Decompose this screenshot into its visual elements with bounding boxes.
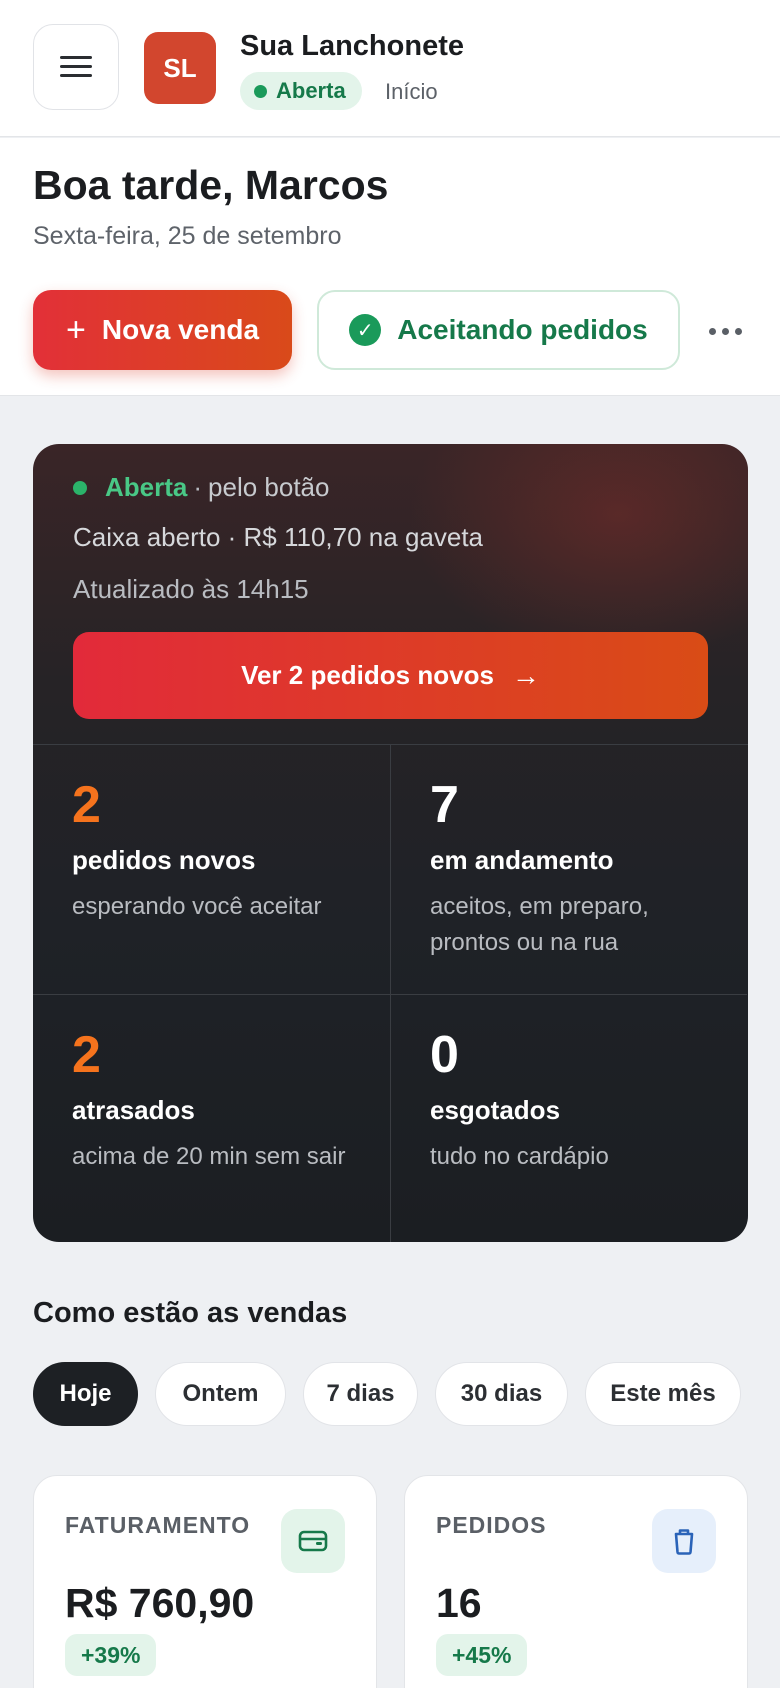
stat-in-progress[interactable]: 7 em andamento aceitos, em preparo, pron…	[390, 745, 747, 994]
stat-label: pedidos novos	[72, 845, 256, 875]
kpi-value: R$ 760,90	[65, 1580, 255, 1626]
arrow-right-icon: →	[511, 659, 540, 691]
stat-description: esperando você aceitar	[72, 893, 322, 920]
stat-label: em andamento	[430, 845, 614, 875]
accepting-orders-toggle[interactable]: ✓ Aceitando pedidos	[317, 290, 680, 370]
check-circle-icon: ✓	[349, 314, 382, 346]
order-stats-grid: 2 pedidos novos esperando você aceitar 7…	[33, 744, 748, 1242]
accepting-orders-label: Aceitando pedidos	[397, 314, 648, 345]
store-status-label: Aberta	[276, 78, 346, 103]
kpi-label: FATURAMENTO	[65, 1512, 251, 1538]
status-dot-icon	[73, 480, 87, 495]
stat-label: esgotados	[430, 1095, 561, 1125]
kpi-value: 16	[436, 1580, 482, 1626]
store-name: Sua Lanchonete	[240, 30, 464, 62]
top-bar: SL Sua Lanchonete Aberta Início	[0, 0, 780, 137]
view-new-orders-button[interactable]: Ver 2 pedidos novos →	[73, 632, 708, 719]
stat-value: 2	[72, 1026, 101, 1084]
bag-icon	[652, 1509, 716, 1573]
store-open-status: Aberta · pelo botão	[73, 472, 329, 503]
period-chip-7-days[interactable]: 7 dias	[303, 1362, 418, 1426]
kpi-delta-badge: +45%	[436, 1634, 528, 1676]
new-sale-button[interactable]: + Nova venda	[33, 290, 292, 370]
stat-label: atrasados	[72, 1095, 195, 1125]
period-chip-this-month[interactable]: Este mês	[585, 1362, 741, 1426]
store-logo: SL	[144, 32, 216, 104]
stat-sold-out[interactable]: 0 esgotados tudo no cardápio	[390, 994, 747, 1242]
store-status-badge: Aberta	[240, 72, 362, 110]
open-state: Aberta	[105, 472, 188, 502]
kpi-label: PEDIDOS	[436, 1512, 547, 1538]
more-options-button[interactable]	[700, 306, 750, 356]
plus-icon: +	[65, 310, 86, 349]
cash-register-status: Caixa aberto · R$ 110,70 na gaveta	[73, 522, 484, 552]
view-new-orders-label: Ver 2 pedidos novos	[241, 660, 494, 690]
menu-button[interactable]	[33, 24, 119, 110]
hamburger-icon	[60, 56, 92, 78]
more-horizontal-icon	[708, 327, 716, 335]
new-sale-label: Nova venda	[101, 314, 260, 345]
stat-description: acima de 20 min sem sair	[72, 1143, 346, 1170]
period-filter: Hoje Ontem 7 dias 30 dias Este mês	[33, 1362, 741, 1426]
store-status-card: Aberta · pelo botão Caixa aberto · R$ 11…	[33, 444, 748, 1242]
kpi-card-revenue[interactable]: FATURAMENTO R$ 760,90 +39%	[33, 1475, 377, 1688]
stat-description: tudo no cardápio	[430, 1143, 609, 1170]
kpi-delta-badge: +39%	[65, 1634, 157, 1676]
status-dot-icon	[254, 84, 267, 98]
stat-value: 2	[72, 776, 101, 834]
stat-value: 7	[430, 776, 459, 834]
page-header: Boa tarde, Marcos Sexta-feira, 25 de set…	[0, 138, 780, 396]
stat-delayed[interactable]: 2 atrasados acima de 20 min sem sair	[33, 994, 390, 1242]
stat-new-orders[interactable]: 2 pedidos novos esperando você aceitar	[33, 745, 390, 994]
stat-value: 0	[430, 1026, 459, 1084]
kpi-card-orders[interactable]: PEDIDOS 16 +45%	[404, 1475, 748, 1688]
page-title: Boa tarde, Marcos	[33, 162, 389, 208]
wallet-icon	[281, 1509, 345, 1573]
last-updated: Atualizado às 14h15	[73, 574, 309, 604]
current-date: Sexta-feira, 25 de setembro	[33, 222, 342, 250]
sales-section-title: Como estão as vendas	[33, 1297, 348, 1329]
period-chip-today[interactable]: Hoje	[33, 1362, 138, 1426]
stat-description: aceitos, em preparo, prontos ou na rua	[430, 893, 649, 956]
breadcrumb[interactable]: Início	[385, 79, 438, 105]
period-chip-30-days[interactable]: 30 dias	[435, 1362, 568, 1426]
status-separator: ·	[193, 472, 203, 502]
open-mode: pelo botão	[208, 472, 330, 502]
period-chip-yesterday[interactable]: Ontem	[155, 1362, 286, 1426]
